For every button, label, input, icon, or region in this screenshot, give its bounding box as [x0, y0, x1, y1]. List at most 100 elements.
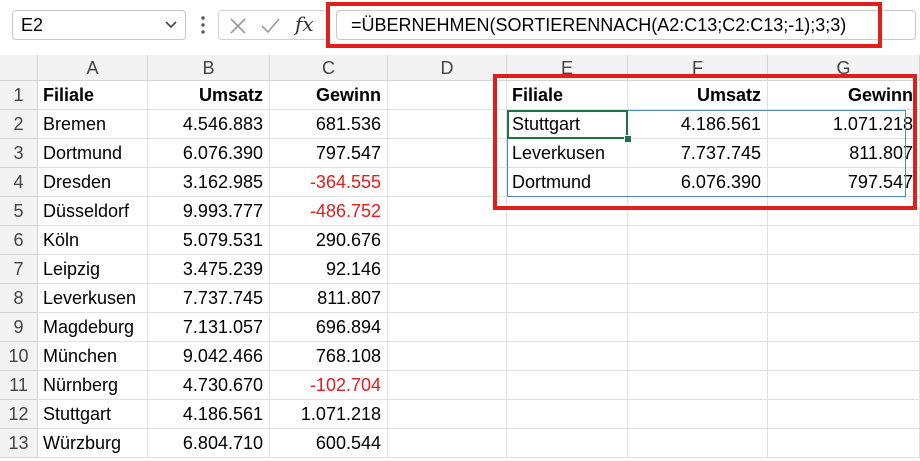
- source-cell[interactable]: Stuttgart: [38, 400, 148, 429]
- source-cell[interactable]: Leipzig: [38, 255, 148, 284]
- row-header-2[interactable]: 2: [0, 110, 38, 139]
- source-cell[interactable]: 3.162.985: [148, 168, 270, 197]
- source-cell[interactable]: 9.993.777: [148, 197, 270, 226]
- name-box[interactable]: E2: [12, 10, 186, 40]
- row-header-8[interactable]: 8: [0, 284, 38, 313]
- column-header-c[interactable]: C: [270, 55, 388, 81]
- cell[interactable]: [507, 429, 628, 458]
- cell[interactable]: [768, 197, 920, 226]
- cell[interactable]: [507, 197, 628, 226]
- result-header-cell[interactable]: Umsatz: [628, 81, 768, 110]
- source-cell[interactable]: 696.894: [270, 313, 388, 342]
- source-cell[interactable]: -102.704: [270, 371, 388, 400]
- source-cell[interactable]: 600.544: [270, 429, 388, 458]
- row-header-10[interactable]: 10: [0, 342, 38, 371]
- cell[interactable]: [388, 226, 507, 255]
- row-header-11[interactable]: 11: [0, 371, 38, 400]
- cell[interactable]: [388, 81, 507, 110]
- cell[interactable]: [768, 400, 920, 429]
- source-cell[interactable]: 6.076.390: [148, 139, 270, 168]
- source-header-cell[interactable]: Filiale: [38, 81, 148, 110]
- result-cell[interactable]: 1.071.218: [768, 110, 920, 139]
- cell[interactable]: [388, 313, 507, 342]
- source-cell[interactable]: Nürnberg: [38, 371, 148, 400]
- result-cell[interactable]: 797.547: [768, 168, 920, 197]
- row-header-5[interactable]: 5: [0, 197, 38, 226]
- result-cell[interactable]: Stuttgart: [507, 110, 628, 139]
- enter-icon[interactable]: [259, 16, 281, 36]
- more-options-icon[interactable]: [198, 12, 208, 38]
- cancel-icon[interactable]: [227, 16, 249, 36]
- cell[interactable]: [628, 342, 768, 371]
- row-header-13[interactable]: 13: [0, 429, 38, 458]
- row-header-4[interactable]: 4: [0, 168, 38, 197]
- cell[interactable]: [507, 284, 628, 313]
- row-header-6[interactable]: 6: [0, 226, 38, 255]
- function-icon[interactable]: fx: [295, 12, 323, 36]
- source-cell[interactable]: 811.807: [270, 284, 388, 313]
- source-cell[interactable]: Köln: [38, 226, 148, 255]
- column-header-d[interactable]: D: [388, 55, 507, 81]
- cell[interactable]: [507, 226, 628, 255]
- cell[interactable]: [768, 255, 920, 284]
- cell[interactable]: [628, 400, 768, 429]
- cell[interactable]: [768, 429, 920, 458]
- cell[interactable]: [388, 400, 507, 429]
- cell[interactable]: [768, 371, 920, 400]
- source-cell[interactable]: Bremen: [38, 110, 148, 139]
- source-cell[interactable]: -364.555: [270, 168, 388, 197]
- cell[interactable]: [388, 110, 507, 139]
- source-cell[interactable]: München: [38, 342, 148, 371]
- source-cell[interactable]: 768.108: [270, 342, 388, 371]
- source-cell[interactable]: Magdeburg: [38, 313, 148, 342]
- row-header-7[interactable]: 7: [0, 255, 38, 284]
- source-cell[interactable]: 1.071.218: [270, 400, 388, 429]
- source-header-cell[interactable]: Umsatz: [148, 81, 270, 110]
- source-cell[interactable]: 6.804.710: [148, 429, 270, 458]
- result-cell[interactable]: Dortmund: [507, 168, 628, 197]
- fill-handle[interactable]: [624, 135, 632, 143]
- cell[interactable]: [768, 284, 920, 313]
- source-cell[interactable]: 3.475.239: [148, 255, 270, 284]
- column-header-e[interactable]: E: [507, 55, 628, 81]
- result-cell[interactable]: 4.186.561: [628, 110, 768, 139]
- source-cell[interactable]: Dortmund: [38, 139, 148, 168]
- cell[interactable]: [507, 313, 628, 342]
- select-all-corner[interactable]: [0, 55, 38, 81]
- source-header-cell[interactable]: Gewinn: [270, 81, 388, 110]
- column-header-f[interactable]: F: [628, 55, 768, 81]
- cell[interactable]: [507, 371, 628, 400]
- cell[interactable]: [388, 429, 507, 458]
- cell[interactable]: [628, 255, 768, 284]
- source-cell[interactable]: 7.737.745: [148, 284, 270, 313]
- source-cell[interactable]: 290.676: [270, 226, 388, 255]
- cell[interactable]: [628, 197, 768, 226]
- result-cell[interactable]: 6.076.390: [628, 168, 768, 197]
- cell[interactable]: [628, 226, 768, 255]
- cell[interactable]: [388, 371, 507, 400]
- cell[interactable]: [507, 255, 628, 284]
- source-cell[interactable]: Leverkusen: [38, 284, 148, 313]
- cell[interactable]: [628, 371, 768, 400]
- cell[interactable]: [628, 429, 768, 458]
- row-header-1[interactable]: 1: [0, 81, 38, 110]
- cell[interactable]: [628, 284, 768, 313]
- result-cell[interactable]: 7.737.745: [628, 139, 768, 168]
- result-header-cell[interactable]: Filiale: [507, 81, 628, 110]
- formula-input[interactable]: =ÜBERNEHMEN(SORTIERENNACH(A2:C13;C2:C13;…: [336, 10, 916, 40]
- source-cell[interactable]: Düsseldorf: [38, 197, 148, 226]
- row-header-3[interactable]: 3: [0, 139, 38, 168]
- row-header-9[interactable]: 9: [0, 313, 38, 342]
- column-header-g[interactable]: G: [768, 55, 920, 81]
- source-cell[interactable]: 5.079.531: [148, 226, 270, 255]
- result-header-cell[interactable]: Gewinn: [768, 81, 920, 110]
- cell[interactable]: [388, 168, 507, 197]
- cell[interactable]: [388, 139, 507, 168]
- source-cell[interactable]: 4.730.670: [148, 371, 270, 400]
- source-cell[interactable]: 797.547: [270, 139, 388, 168]
- source-cell[interactable]: 92.146: [270, 255, 388, 284]
- cell[interactable]: [507, 342, 628, 371]
- source-cell[interactable]: 4.546.883: [148, 110, 270, 139]
- result-cell[interactable]: Leverkusen: [507, 139, 628, 168]
- row-header-12[interactable]: 12: [0, 400, 38, 429]
